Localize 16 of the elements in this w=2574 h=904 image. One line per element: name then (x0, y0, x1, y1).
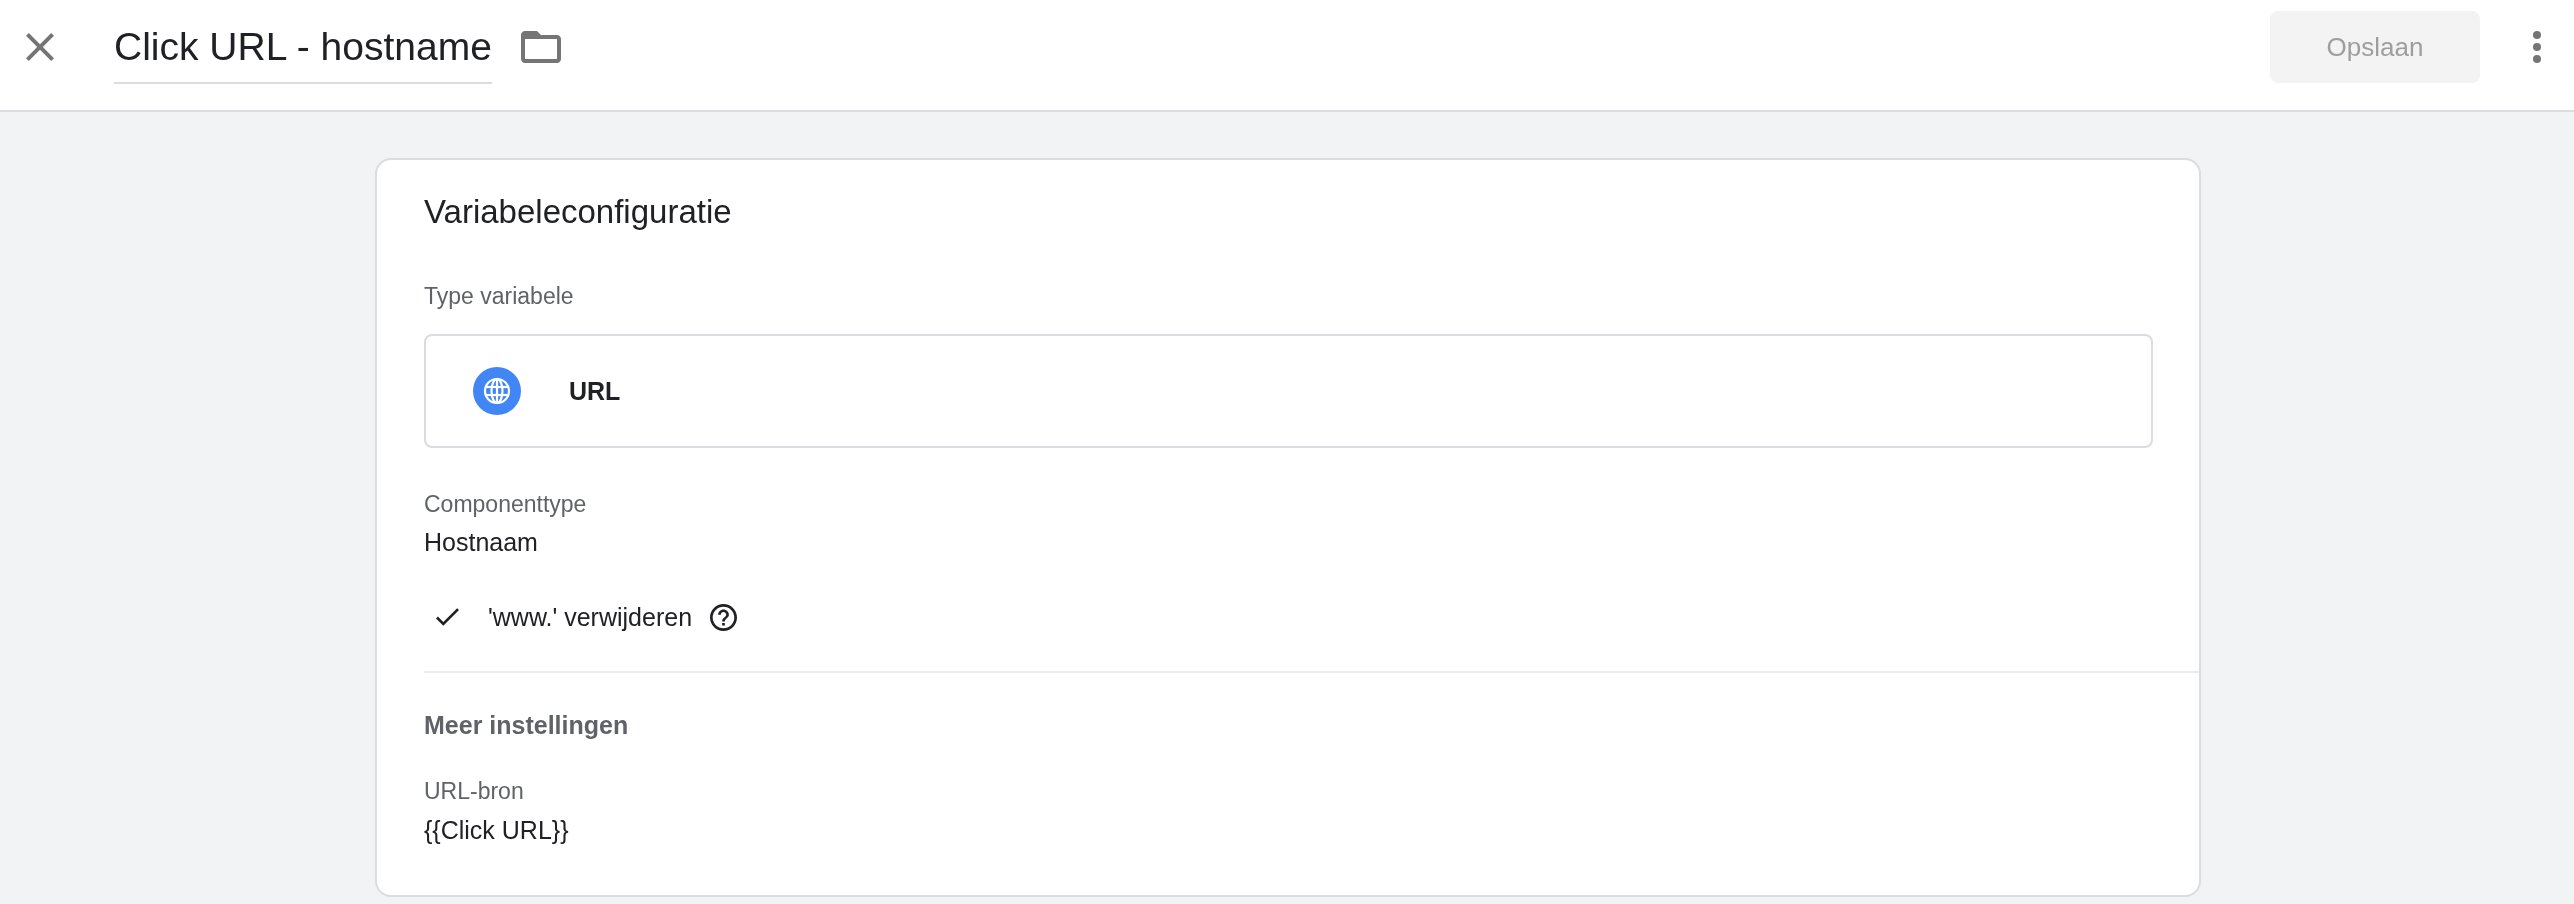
variable-type-card[interactable]: URL (424, 334, 2153, 448)
help-icon[interactable] (710, 603, 738, 631)
close-icon[interactable] (26, 33, 54, 61)
field-label: Componenttype (424, 490, 587, 519)
field-value: Hostnaam (424, 527, 538, 558)
more-options-icon[interactable] (2533, 31, 2541, 63)
name-field[interactable]: Click URL - hostname (114, 23, 492, 84)
card-title: Variabeleconfiguratie (424, 192, 732, 232)
field-label: URL-bron (424, 777, 524, 806)
option-label: 'www.' verwijderen (488, 602, 693, 632)
globe-icon (473, 367, 521, 415)
variable-type-name: URL (569, 376, 621, 406)
folder-icon[interactable] (520, 31, 561, 63)
field-label: Type variabele (424, 282, 574, 311)
field-value: {{Click URL}} (424, 815, 569, 846)
section-title: Meer instellingen (424, 710, 629, 741)
